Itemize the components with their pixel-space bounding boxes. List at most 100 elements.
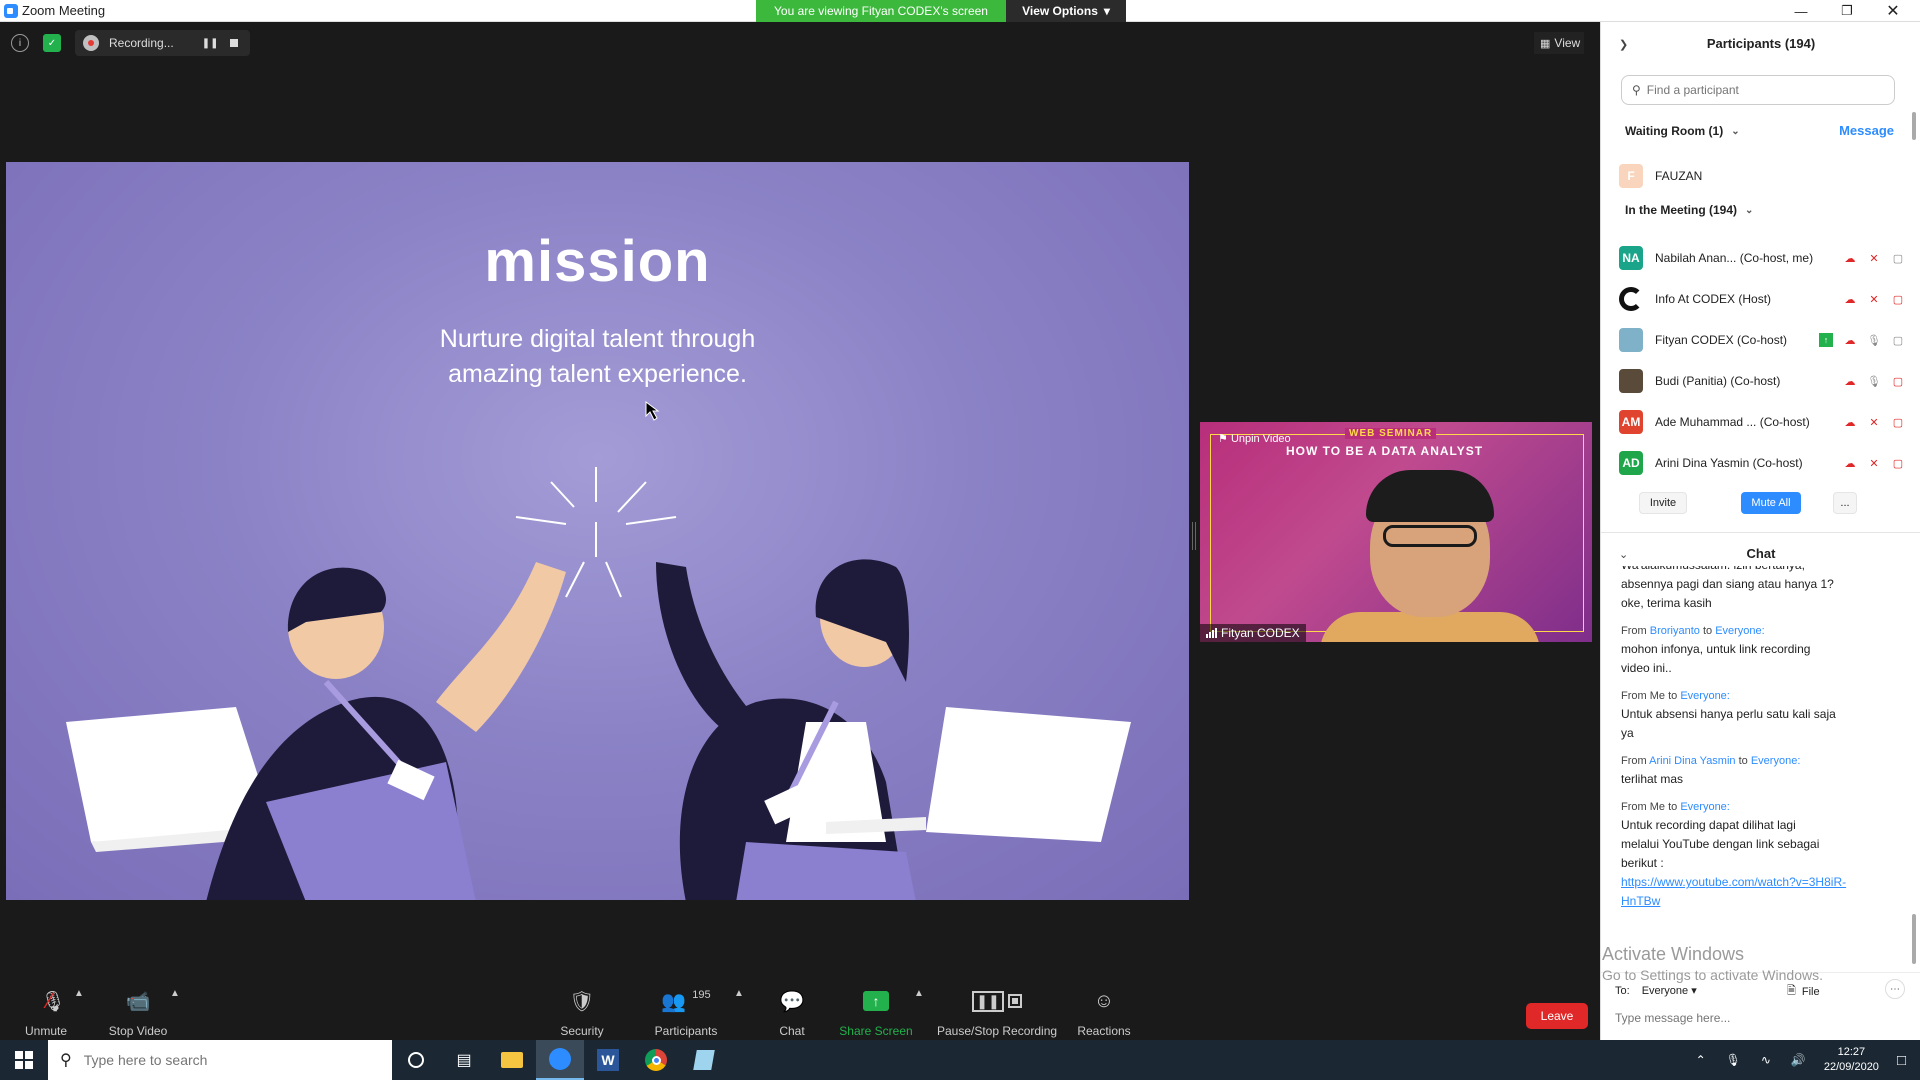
cloud-recording-icon: ☁ (1844, 252, 1856, 265)
info-icon[interactable]: i (11, 34, 29, 52)
chat-messages[interactable]: Wa'alaikumussalam. izin bertanya, absenn… (1621, 566, 1891, 954)
wifi-icon[interactable]: ∿ (1761, 1053, 1771, 1067)
participant-row[interactable]: Budi (Panitia) (Co-host) ☁ 🎙 ▢ (1619, 363, 1905, 399)
from-label: From (1621, 690, 1647, 702)
video-camera-icon[interactable]: ▢ (1891, 333, 1905, 347)
cloud-recording-icon (83, 35, 99, 51)
chrome-icon[interactable] (632, 1040, 680, 1080)
word-icon[interactable]: W (584, 1040, 632, 1080)
avatar (1619, 328, 1643, 352)
signal-strength-icon (1206, 628, 1217, 638)
microphone-icon[interactable]: 🎙 (1726, 1053, 1741, 1067)
mute-all-button[interactable]: Mute All (1741, 492, 1801, 514)
sharing-screen-icon: ↑ (1819, 333, 1833, 347)
participants-panel-title: Participants (194) (1706, 36, 1816, 51)
grid-icon: ▦ (1540, 37, 1551, 50)
recipient-name: Everyone: (1750, 755, 1801, 767)
share-options-caret[interactable]: ▲ (914, 988, 924, 999)
speaker-glasses (1383, 525, 1477, 547)
participant-search[interactable]: ⚲ (1621, 75, 1895, 105)
zoom-taskbar-icon[interactable] (536, 1040, 584, 1080)
stop-icon[interactable] (230, 39, 239, 47)
unmute-label: Unmute (24, 1024, 68, 1038)
invite-button[interactable]: Invite (1639, 492, 1687, 514)
pause-icon[interactable]: ❚❚ (202, 38, 219, 49)
chat-compose-area: To: Everyone ▾ 🗎 File ⋯ (1601, 972, 1920, 1040)
participant-row[interactable]: AM Ade Muhammad ... (Co-host) ☁ ✕ ▢ (1619, 404, 1905, 440)
smiley-icon: ☺ (1093, 989, 1115, 1012)
cortana-icon[interactable] (392, 1040, 440, 1080)
video-options-caret[interactable]: ▲ (170, 988, 180, 999)
close-window-button[interactable]: ✕ (1870, 0, 1916, 22)
more-options-button[interactable]: ... (1833, 492, 1857, 514)
chat-line: Untuk recording dapat dilihat lagi (1621, 818, 1796, 832)
microphone-muted-icon[interactable]: ✕ (1867, 292, 1881, 306)
waiting-room-header[interactable]: Waiting Room (1) ⌄ (1625, 124, 1740, 138)
side-panel: ❯ Participants (194) ⚲ Waiting Room (1) … (1600, 22, 1920, 1040)
microphone-muted-icon[interactable]: ✕ (1867, 456, 1881, 470)
start-button[interactable] (0, 1040, 48, 1080)
minimize-window-button[interactable]: — (1778, 0, 1824, 22)
video-camera-icon[interactable]: ▢ (1891, 251, 1905, 265)
microphone-muted-icon[interactable]: ✕ (1867, 251, 1881, 265)
unpin-video-label: Unpin Video (1230, 433, 1291, 445)
pause-stop-recording-label: Pause/Stop Recording (936, 1024, 1058, 1038)
chat-message-header: From Broriyanto to Everyone: (1621, 623, 1891, 639)
speaker-icon[interactable]: 🔊 (1791, 1053, 1806, 1067)
participants-label: Participants (654, 1024, 718, 1038)
video-off-icon[interactable]: ▢ (1891, 415, 1905, 429)
microphone-icon[interactable]: 🎙 (1867, 333, 1881, 347)
file-explorer-icon[interactable] (488, 1040, 536, 1080)
taskbar-search-box[interactable]: ⚲ (48, 1040, 392, 1080)
participant-row[interactable]: Info At CODEX (Host) ☁ ✕ ▢ (1619, 281, 1905, 317)
video-off-icon[interactable]: ▢ (1891, 456, 1905, 470)
participant-row[interactable]: NA Nabilah Anan... (Co-host, me) ☁ ✕ ▢ (1619, 240, 1905, 276)
participant-row[interactable]: Fityan CODEX (Co-host) ↑ ☁ 🎙 ▢ (1619, 322, 1905, 358)
system-clock[interactable]: 12:27 22/09/2020 (1824, 1045, 1879, 1075)
participant-name: FAUZAN (1655, 169, 1703, 183)
notepad-icon[interactable] (680, 1040, 728, 1080)
cloud-recording-icon: ☁ (1844, 375, 1856, 388)
chevron-up-icon[interactable]: ⌃ (1696, 1053, 1706, 1067)
view-options-button[interactable]: View Options ▾ (1006, 0, 1126, 22)
seminar-title: HOW TO BE A DATA ANALYST (1286, 444, 1484, 458)
in-meeting-header[interactable]: In the Meeting (194) ⌄ (1625, 203, 1753, 217)
chat-message-header: From Me to Everyone: (1621, 799, 1891, 815)
sender-name[interactable]: Broriyanto (1650, 625, 1700, 637)
recipient-dropdown[interactable]: Everyone ▾ (1641, 984, 1697, 997)
clock-time: 12:27 (1837, 1046, 1866, 1058)
file-button[interactable]: 🗎 File (1787, 982, 1820, 1001)
panel-scrollbar[interactable] (1912, 112, 1916, 964)
chat-more-button[interactable]: ⋯ (1885, 979, 1905, 999)
chat-scroll-thumb[interactable] (1912, 914, 1916, 964)
video-off-icon[interactable]: ▢ (1891, 374, 1905, 388)
participant-row[interactable]: AD Arini Dina Yasmin (Co-host) ☁ ✕ ▢ (1619, 445, 1905, 481)
panel-splitter-handle[interactable] (1192, 522, 1196, 550)
message-waiting-room-link[interactable]: Message (1839, 123, 1894, 138)
microphone-icon[interactable]: 🎙 (1867, 374, 1881, 388)
windows-logo-icon (15, 1051, 33, 1069)
audio-options-caret[interactable]: ▲ (74, 988, 84, 999)
leave-button[interactable]: Leave (1526, 1003, 1588, 1029)
restore-window-button[interactable]: ❐ (1824, 0, 1870, 22)
view-button[interactable]: ▦ View (1534, 32, 1584, 54)
chat-message-header: From Me to Everyone: (1621, 688, 1891, 704)
speaker-video-tile[interactable]: WEB SEMINAR HOW TO BE A DATA ANALYST ⚑ U… (1200, 422, 1592, 642)
task-view-icon[interactable]: ▤ (440, 1040, 488, 1080)
participant-name: Info At CODEX (Host) (1655, 292, 1772, 306)
microphone-muted-icon: 🎙 ⁄ (40, 988, 66, 1013)
microphone-muted-icon[interactable]: ✕ (1867, 415, 1881, 429)
participant-search-input[interactable] (1646, 83, 1867, 97)
participants-scroll-thumb[interactable] (1912, 112, 1916, 140)
video-off-icon[interactable]: ▢ (1891, 292, 1905, 306)
sender-name[interactable]: Arini Dina Yasmin (1649, 755, 1735, 767)
taskbar-search-input[interactable] (83, 1052, 364, 1068)
unpin-video-button[interactable]: ⚑ Unpin Video (1218, 432, 1291, 445)
to-label: to (1668, 690, 1678, 702)
shield-icon[interactable]: ✓ (43, 34, 61, 52)
chat-message-input[interactable] (1615, 1011, 1895, 1025)
youtube-link[interactable]: https://www.youtube.com/watch?v=3H8iR-Hn… (1621, 875, 1846, 908)
notifications-icon[interactable]: □ (1897, 1052, 1906, 1069)
chat-message: From Broriyanto to Everyone: mohon infon… (1621, 623, 1891, 678)
waiting-participant-row[interactable]: F FAUZAN (1619, 158, 1905, 194)
